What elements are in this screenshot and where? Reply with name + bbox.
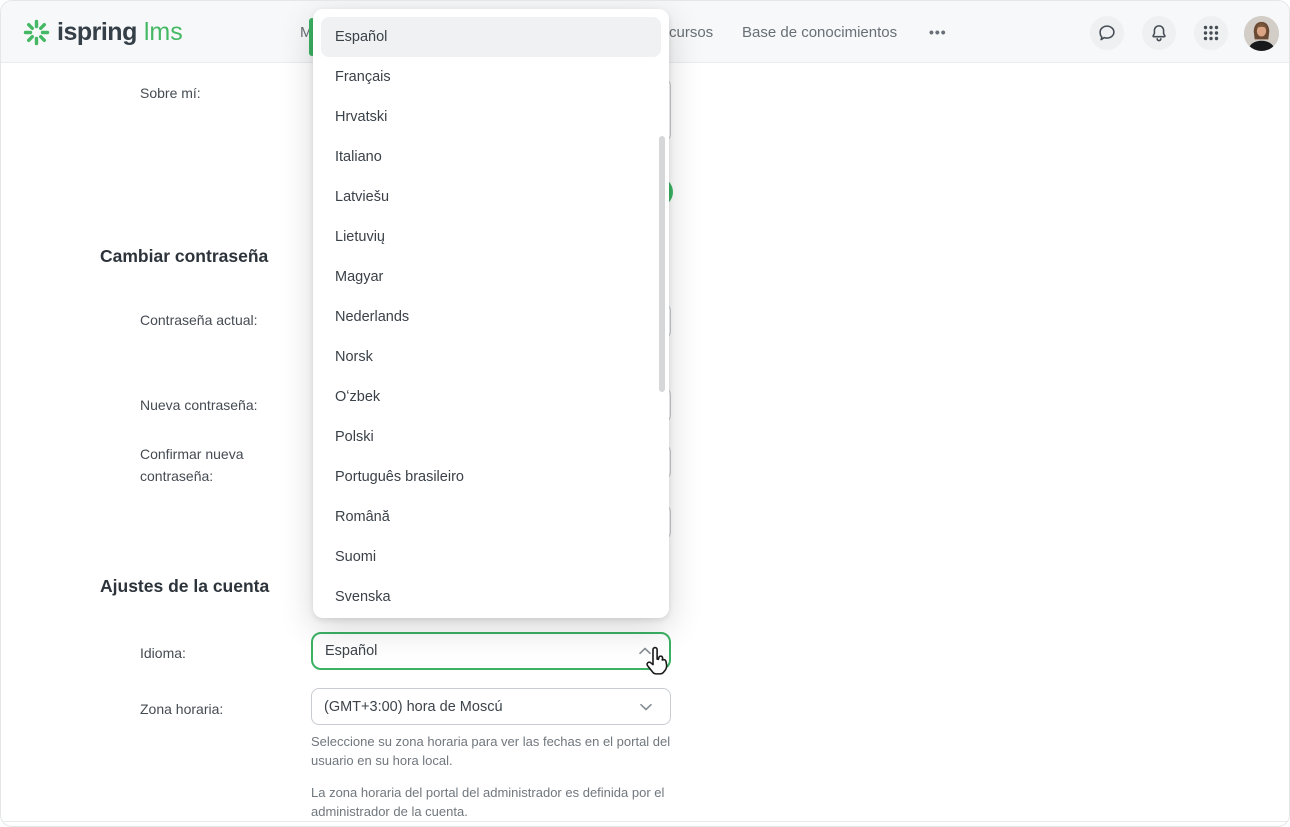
nav-more-menu[interactable]: ••• [929, 24, 947, 40]
language-option[interactable]: Magyar [321, 257, 661, 297]
cursor-pointer [643, 646, 671, 683]
language-option[interactable]: Svenska [321, 577, 661, 617]
chat-icon [1096, 22, 1118, 44]
nav-item-fragment-cursos[interactable]: cursos [669, 24, 713, 41]
about-me-label: Sobre mí: [140, 82, 201, 104]
chat-button[interactable] [1090, 16, 1124, 50]
timezone-select[interactable]: (GMT+3:00) hora de Moscú [311, 688, 671, 725]
dropdown-scrollbar-thumb[interactable] [659, 136, 665, 392]
logo-product-text: lms [144, 18, 183, 47]
language-option[interactable]: Latviešu [321, 177, 661, 217]
nav-item-knowledge-base[interactable]: Base de conocimientos [742, 24, 897, 41]
timezone-select-value: (GMT+3:00) hora de Moscú [324, 699, 503, 715]
new-password-label: Nueva contraseña: [140, 394, 258, 416]
logo-brand-text: ispring [57, 18, 137, 47]
language-option[interactable]: Italiano [321, 137, 661, 177]
chevron-down-icon [640, 703, 652, 711]
language-option[interactable]: Română [321, 497, 661, 537]
app-window: ispring lms M cursos Base de conocimient… [0, 0, 1290, 827]
timezone-admin-note: La zona horaria del portal del administr… [311, 783, 683, 821]
language-option[interactable]: Lietuvių [321, 217, 661, 257]
language-option[interactable]: Nederlands [321, 297, 661, 337]
language-option[interactable]: Oʻzbek [321, 377, 661, 417]
language-options-list: EspañolFrançaisHrvatskiItalianoLatviešuL… [321, 17, 661, 617]
language-option[interactable]: Français [321, 57, 661, 97]
avatar-photo [1244, 16, 1279, 51]
timezone-help-text: Seleccione su zona horaria para ver las … [311, 732, 683, 770]
bell-icon [1148, 22, 1170, 44]
apps-button[interactable] [1194, 16, 1228, 50]
language-option[interactable]: Suomi [321, 537, 661, 577]
ispring-lms-logo[interactable]: ispring lms [23, 1, 183, 63]
user-avatar[interactable] [1244, 16, 1279, 51]
language-dropdown-menu: EspañolFrançaisHrvatskiItalianoLatviešuL… [313, 9, 669, 618]
language-option[interactable]: Polski [321, 417, 661, 457]
language-option[interactable]: Português brasileiro [321, 457, 661, 497]
language-option[interactable]: Hrvatski [321, 97, 661, 137]
current-password-label: Contraseña actual: [140, 309, 258, 331]
language-select-value: Español [325, 643, 377, 659]
spinner-logo-icon [23, 19, 50, 46]
confirm-password-label: Confirmar nueva contraseña: [140, 443, 280, 487]
apps-grid-icon [1201, 23, 1221, 43]
timezone-label: Zona horaria: [140, 698, 223, 720]
change-password-title: Cambiar contraseña [100, 246, 268, 267]
language-option[interactable]: Norsk [321, 337, 661, 377]
notifications-button[interactable] [1142, 16, 1176, 50]
section-divider [1, 821, 1289, 822]
account-settings-title: Ajustes de la cuenta [100, 576, 269, 597]
language-select[interactable]: Español [311, 632, 671, 670]
language-option[interactable]: Español [321, 17, 661, 57]
language-label: Idioma: [140, 642, 186, 664]
